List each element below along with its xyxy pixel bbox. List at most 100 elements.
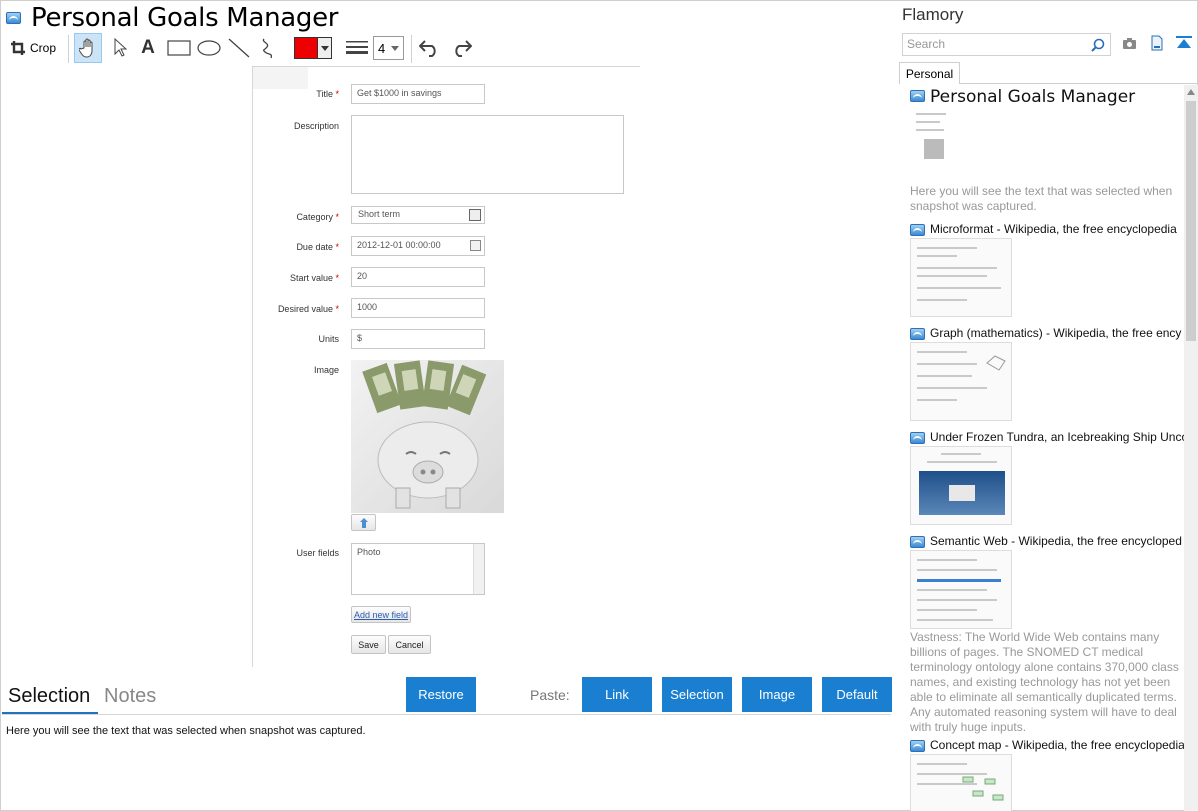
upload-image-button[interactable]	[351, 514, 376, 531]
freehand-tool-button[interactable]	[255, 33, 283, 63]
due-date-value: 2012-12-01 00:00:00	[357, 240, 441, 250]
image-label: Image	[313, 365, 339, 375]
desired-value-field[interactable]: 1000	[351, 298, 485, 318]
units-label: Units	[318, 334, 339, 344]
save-button[interactable]: Save	[351, 635, 386, 654]
app-icon	[910, 432, 925, 444]
ellipse-tool-button[interactable]	[195, 33, 223, 63]
app-icon	[910, 740, 925, 752]
tab-divider	[2, 714, 891, 715]
tab-personal[interactable]: Personal	[899, 62, 960, 84]
line-width-select[interactable]: 4	[373, 33, 404, 63]
color-swatch	[294, 37, 318, 59]
app-window: Personal Goals Manager Crop A 4 Title * …	[0, 0, 1198, 811]
rectangle-tool-button[interactable]	[165, 33, 193, 63]
snapshot-thumbnail	[910, 754, 1012, 811]
app-icon	[910, 328, 925, 340]
list-item-snippet: Here you will see the text that was sele…	[910, 184, 1173, 213]
redo-button[interactable]	[447, 33, 475, 63]
paste-selection-button[interactable]: Selection	[662, 677, 732, 712]
search-icon[interactable]	[1091, 38, 1105, 52]
list-item-title: Microformat - Wikipedia, the free encycl…	[930, 222, 1177, 236]
rectangle-icon	[167, 40, 191, 56]
paste-default-button[interactable]: Default	[822, 677, 892, 712]
paste-label: Paste:	[530, 687, 570, 703]
description-label: Description	[293, 121, 339, 131]
search-placeholder: Search	[907, 37, 946, 51]
snapshot-list[interactable]: Personal Goals Manager Here you will see…	[906, 85, 1184, 811]
list-item-title: Personal Goals Manager	[930, 87, 1136, 107]
title-label: Title *	[316, 89, 339, 99]
upload-arrow-icon	[359, 517, 368, 528]
scroll-up-icon[interactable]	[1187, 89, 1195, 95]
user-fields-value: Photo	[357, 547, 381, 557]
due-date-label: Due date *	[296, 242, 339, 252]
app-icon	[910, 536, 925, 548]
cancel-button[interactable]: Cancel	[388, 635, 431, 654]
panel-title: Flamory	[902, 5, 964, 24]
snapshot-page-tab	[253, 67, 308, 89]
user-fields-label: User fields	[296, 548, 339, 558]
list-item-title: Concept map - Wikipedia, the free encycl…	[930, 738, 1184, 752]
line-width-icon	[346, 41, 368, 54]
line-width-icon-button[interactable]	[343, 33, 371, 63]
scrollbar-thumb[interactable]	[1186, 101, 1196, 341]
snapshot-thumbnail	[910, 446, 1012, 525]
line-icon	[228, 38, 250, 58]
user-fields-list[interactable]: Photo	[351, 543, 485, 595]
undo-icon	[419, 40, 436, 57]
snapshot-thumbnail	[910, 550, 1012, 629]
piggy-bank-image	[351, 360, 504, 513]
start-value-field[interactable]: 20	[351, 267, 485, 287]
title-field[interactable]: Get $1000 in savings	[351, 84, 485, 104]
snapshot-canvas[interactable]: Title * Get $1000 in savings Description…	[1, 63, 892, 667]
text-tool-button[interactable]: A	[136, 33, 160, 63]
camera-icon[interactable]	[1122, 37, 1137, 50]
color-dropdown-button[interactable]	[318, 37, 332, 59]
start-value-label: Start value *	[289, 273, 339, 283]
restore-button[interactable]: Restore	[406, 677, 476, 712]
units-field[interactable]: $	[351, 329, 485, 349]
paste-image-button[interactable]: Image	[742, 677, 812, 712]
description-field[interactable]	[351, 115, 624, 194]
toolbar: Crop A 4	[1, 33, 481, 63]
hand-tool-button[interactable]	[74, 33, 102, 63]
crop-label: Crop	[29, 41, 56, 55]
category-value: Short term	[358, 209, 401, 219]
add-new-field-button[interactable]: Add new field	[351, 606, 411, 623]
hand-icon	[79, 38, 93, 58]
tab-notes[interactable]: Notes	[104, 685, 156, 708]
search-input[interactable]: Search	[902, 33, 1111, 56]
calendar-icon[interactable]	[470, 240, 481, 251]
document-icon[interactable]	[1151, 35, 1163, 51]
collapse-panel-icon[interactable]	[1176, 35, 1192, 51]
list-item-title: Semantic Web - Wikipedia, the free encyc…	[930, 534, 1182, 548]
select-tool-button[interactable]	[107, 33, 133, 63]
freehand-icon	[262, 38, 273, 59]
snapshot-thumbnail	[910, 342, 1012, 421]
redo-icon	[455, 40, 472, 57]
paste-link-button[interactable]: Link	[582, 677, 652, 712]
category-select[interactable]: Short term	[351, 206, 485, 224]
line-tool-button[interactable]	[225, 33, 253, 63]
ellipse-icon	[197, 40, 221, 56]
app-icon	[910, 90, 925, 102]
due-date-field[interactable]: 2012-12-01 00:00:00	[351, 236, 485, 256]
list-item-title: Under Frozen Tundra, an Icebreaking Ship…	[930, 430, 1184, 444]
list-item-title: Graph (mathematics) - Wikipedia, the fre…	[930, 326, 1182, 340]
app-icon	[6, 12, 21, 24]
chevron-down-icon	[391, 45, 399, 51]
undo-button[interactable]	[416, 33, 444, 63]
chevron-down-icon	[469, 209, 481, 221]
pointer-icon	[114, 38, 127, 57]
list-item-snippet: Vastness: The World Wide Web contains ma…	[910, 630, 1179, 734]
chevron-down-icon	[320, 45, 329, 51]
color-picker[interactable]	[293, 33, 333, 63]
tab-selection[interactable]: Selection	[8, 685, 90, 708]
app-icon	[910, 224, 925, 236]
crop-button[interactable]: Crop	[7, 33, 59, 63]
line-width-value: 4	[378, 40, 386, 56]
snapshot-thumbnail	[910, 105, 958, 183]
list-scrollbar[interactable]	[473, 544, 484, 594]
desired-value-label: Desired value *	[277, 304, 339, 314]
